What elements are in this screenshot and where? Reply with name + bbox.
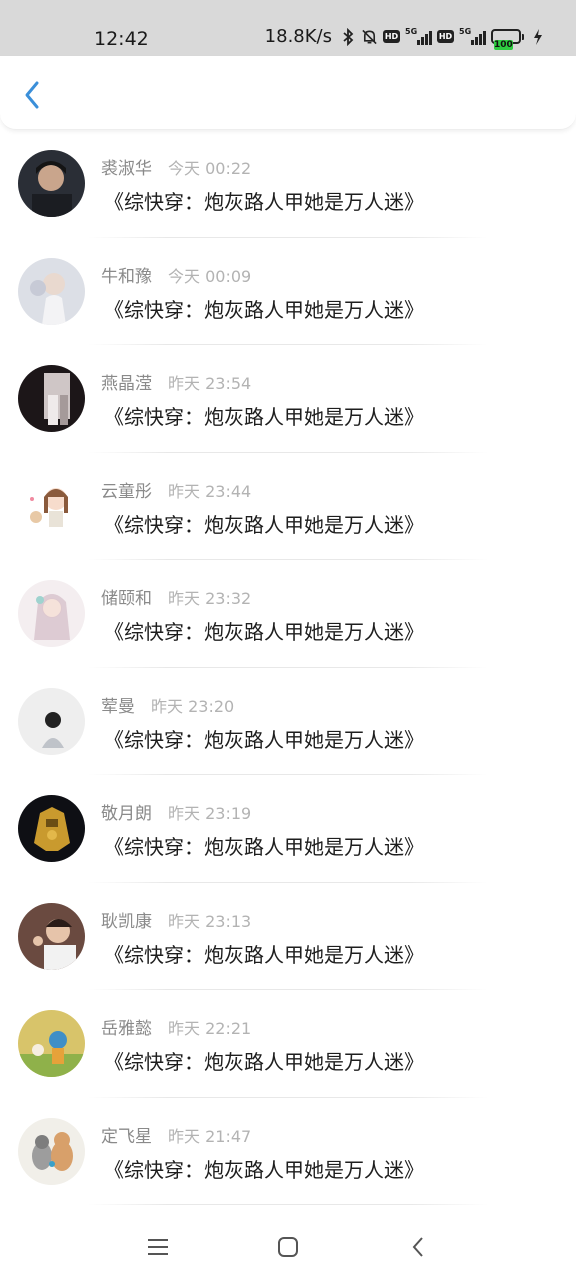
comment-text[interactable]: 《综快穿：炮灰路人甲她是万人迷》 [104,724,424,753]
avatar[interactable] [18,150,85,217]
back-button[interactable] [16,78,48,112]
comment-text[interactable]: 《综快穿：炮灰路人甲她是万人迷》 [104,294,424,323]
user-name[interactable]: 耿凯康 [101,907,152,932]
list-item[interactable]: 耿凯康 昨天 23:13 《综快穿：炮灰路人甲她是万人迷》 [0,883,576,990]
user-name[interactable]: 牛和豫 [101,262,152,287]
list-item[interactable]: 敬月朗 昨天 23:19 《综快穿：炮灰路人甲她是万人迷》 [0,775,576,883]
user-name[interactable]: 荤曼 [101,692,135,717]
charging-bolt-icon [529,27,546,47]
comment-text[interactable]: 《综快穿：炮灰路人甲她是万人迷》 [104,509,424,538]
user-name[interactable]: 定飞星 [101,1122,152,1147]
timestamp: 昨天 23:44 [168,481,252,501]
battery-icon: 100 [491,29,524,50]
user-name[interactable]: 敬月朗 [101,799,152,824]
bluetooth-icon [339,27,356,47]
comment-text[interactable]: 《综快穿：炮灰路人甲她是万人迷》 [104,1154,424,1183]
hd-icon: HD [382,30,401,43]
timestamp: 今天 00:09 [168,266,252,286]
comment-text[interactable]: 《综快穿：炮灰路人甲她是万人迷》 [104,616,424,645]
5g-signal-icon: 5G [459,27,486,45]
system-nav-bar [0,1212,576,1280]
list-item[interactable]: 储颐和 昨天 23:32 《综快穿：炮灰路人甲她是万人迷》 [0,560,576,668]
comment-text[interactable]: 《综快穿：炮灰路人甲她是万人迷》 [104,401,424,430]
avatar[interactable] [18,365,85,432]
menu-icon [148,1239,168,1255]
top-header [0,56,576,130]
5g-signal-icon: 5G [405,27,432,45]
timestamp: 昨天 23:13 [168,911,252,931]
timestamp: 昨天 21:47 [168,1126,252,1146]
list-item[interactable]: 燕晶滢 昨天 23:54 《综快穿：炮灰路人甲她是万人迷》 [0,345,576,453]
timestamp: 昨天 22:21 [168,1019,252,1038]
comment-text[interactable]: 《综快穿：炮灰路人甲她是万人迷》 [104,1046,424,1075]
avatar[interactable] [18,795,85,862]
list-item[interactable]: 荤曼 昨天 23:20 《综快穿：炮灰路人甲她是万人迷》 [0,668,576,775]
avatar[interactable] [18,580,85,647]
list-item[interactable]: 定飞星 昨天 21:47 《综快穿：炮灰路人甲她是万人迷》 [0,1098,576,1205]
user-name[interactable]: 裘淑华 [101,154,152,179]
back-triangle-icon [412,1237,423,1257]
list-item[interactable]: 裘淑华 今天 00:22 《综快穿：炮灰路人甲她是万人迷》 [0,130,576,238]
home-button[interactable] [273,1232,303,1262]
status-time: 12:42 [94,28,149,50]
timestamp: 昨天 23:54 [168,374,252,393]
timestamp: 今天 00:22 [168,159,252,178]
timestamp: 昨天 23:19 [168,804,252,823]
avatar[interactable] [18,1117,85,1185]
hd-icon: HD [436,30,455,43]
user-name[interactable]: 云童彤 [101,477,152,502]
avatar[interactable] [18,687,85,755]
user-name[interactable]: 岳雅懿 [101,1014,152,1039]
avatar[interactable] [18,257,85,325]
avatar[interactable] [18,902,85,970]
list-item[interactable]: 牛和豫 今天 00:09 《综快穿：炮灰路人甲她是万人迷》 [0,238,576,345]
home-square-icon [278,1237,298,1257]
list-item[interactable]: 云童彤 昨天 23:44 《综快穿：炮灰路人甲她是万人迷》 [0,453,576,560]
net-speed: 18.8K/s [264,26,332,47]
battery-level: 100 [494,40,513,50]
nav-back-button[interactable] [403,1232,433,1262]
timestamp: 昨天 23:20 [151,696,235,716]
divider [88,1204,488,1205]
comment-list: 裘淑华 今天 00:22 《综快穿：炮灰路人甲她是万人迷》 牛和豫 今天 00:… [0,130,576,1205]
avatar[interactable] [18,1010,85,1077]
chevron-left-icon [25,81,39,109]
status-icons: 18.8K/s HD 5G HD 5G 100 [264,26,546,50]
comment-text[interactable]: 《综快穿：炮灰路人甲她是万人迷》 [104,186,424,215]
avatar[interactable] [18,472,85,540]
status-bar: 12:42 18.8K/s HD 5G HD 5G 100 [0,0,576,56]
user-name[interactable]: 燕晶滢 [101,369,152,394]
user-name[interactable]: 储颐和 [101,584,152,609]
timestamp: 昨天 23:32 [168,589,252,608]
recent-apps-button[interactable] [143,1232,173,1262]
comment-text[interactable]: 《综快穿：炮灰路人甲她是万人迷》 [104,831,424,860]
comment-text[interactable]: 《综快穿：炮灰路人甲她是万人迷》 [104,939,424,968]
mute-bell-icon [361,27,378,47]
list-item[interactable]: 岳雅懿 昨天 22:21 《综快穿：炮灰路人甲她是万人迷》 [0,990,576,1098]
